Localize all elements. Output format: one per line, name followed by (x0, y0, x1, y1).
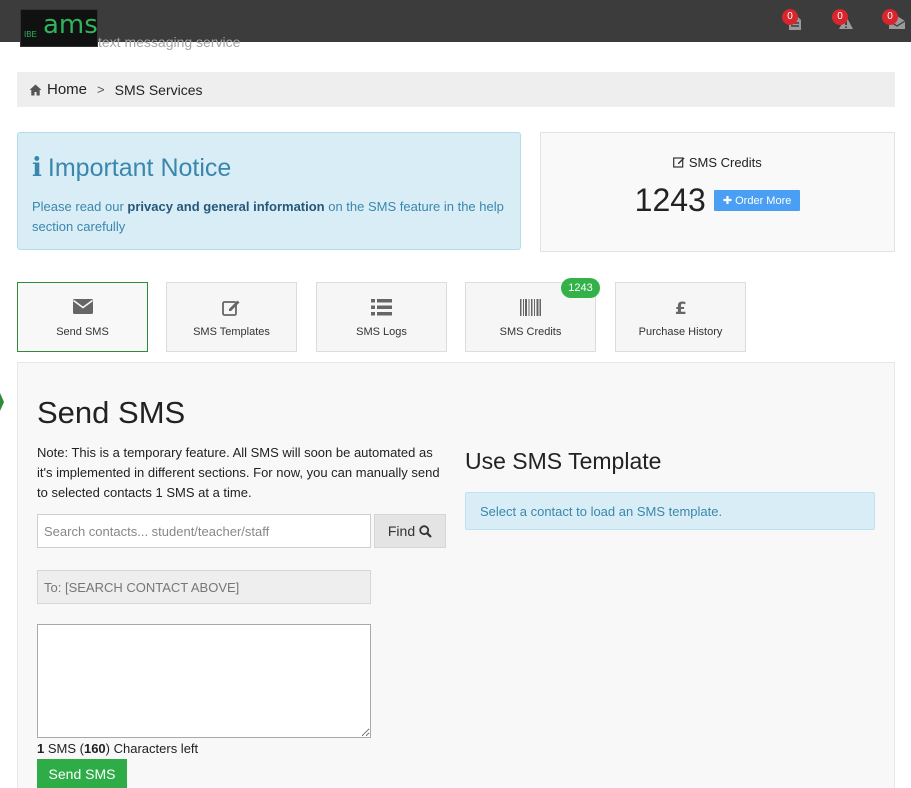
app-subtitle: text messaging service (98, 34, 241, 50)
plus-icon: ✚ (722, 195, 733, 207)
contact-search-input[interactable] (37, 514, 371, 548)
credits-value: 1243 (634, 182, 706, 218)
character-counter: 1 SMS (160) Characters left (37, 741, 198, 756)
sms-word: SMS ( (44, 741, 84, 756)
order-more-label: Order More (735, 195, 792, 207)
notice-body-pre: Please read our (32, 199, 128, 214)
logo-text: ams (43, 10, 98, 40)
credits-label-text: SMS Credits (688, 155, 762, 170)
credits-label: SMS Credits (541, 155, 894, 170)
logo-prefix: IBE (24, 30, 37, 39)
chars-count: 160 (83, 741, 106, 756)
use-template-heading: Use SMS Template (465, 448, 662, 474)
barcode-icon (520, 299, 541, 316)
list-icon (371, 299, 392, 316)
notification-count: 0 (782, 9, 798, 25)
side-toggle-marker[interactable] (0, 393, 4, 411)
edit-icon (673, 157, 685, 168)
template-info-alert: Select a contact to load an SMS template… (465, 492, 875, 530)
tile-purchase-history[interactable]: £ Purchase History (615, 282, 746, 352)
tile-label: SMS Logs (356, 326, 407, 338)
notification-count: 0 (832, 9, 848, 25)
notice-body: Please read our privacy and general info… (32, 197, 506, 237)
recipient-field (37, 570, 371, 604)
notice-title-text: Important Notice (47, 153, 232, 182)
find-button[interactable]: Find (374, 514, 446, 548)
message-textarea[interactable] (37, 624, 371, 738)
chars-suffix: ) Characters left (105, 741, 199, 756)
svg-text:£: £ (675, 299, 687, 316)
envelope-icon (72, 299, 93, 314)
tile-label: Send SMS (56, 326, 109, 338)
search-icon (419, 524, 432, 538)
info-icon: i (32, 153, 42, 183)
app-logo[interactable]: IBE ams (20, 9, 98, 47)
send-sms-heading: Send SMS (37, 395, 186, 430)
edit-icon (222, 300, 240, 316)
notice-title: i Important Notice (32, 153, 506, 183)
send-sms-note: Note: This is a temporary feature. All S… (37, 445, 440, 500)
tile-send-sms[interactable]: Send SMS (17, 282, 148, 352)
sms-credits-badge: 1243 (561, 278, 600, 298)
notice-privacy-link[interactable]: privacy and general information (127, 199, 324, 214)
pound-icon: £ (675, 299, 687, 319)
find-label: Find (387, 523, 416, 539)
breadcrumb-current: SMS Services (114, 81, 203, 98)
breadcrumb-separator: > (97, 82, 105, 97)
notification-documents[interactable]: 0 (782, 9, 806, 33)
notification-count: 0 (882, 9, 898, 25)
credits-row: 1243 ✚ Order More (541, 182, 894, 219)
notification-inbox[interactable]: 0 (882, 9, 906, 33)
home-icon (29, 84, 42, 95)
tile-label: SMS Credits (499, 326, 562, 338)
sms-credits-panel: SMS Credits 1243 ✚ Order More (540, 132, 895, 252)
tile-label: SMS Templates (193, 326, 270, 338)
tile-label: Purchase History (638, 326, 723, 338)
breadcrumb-home-link[interactable]: Home (47, 81, 87, 98)
breadcrumb: Home > SMS Services (17, 72, 895, 107)
send-sms-button[interactable]: Send SMS (37, 759, 127, 788)
tile-sms-templates[interactable]: SMS Templates (166, 282, 297, 352)
order-more-button[interactable]: ✚ Order More (713, 190, 801, 211)
important-notice: i Important Notice Please read our priva… (17, 132, 521, 250)
notification-alerts[interactable]: 0 (832, 9, 856, 33)
tile-sms-logs[interactable]: SMS Logs (316, 282, 447, 352)
